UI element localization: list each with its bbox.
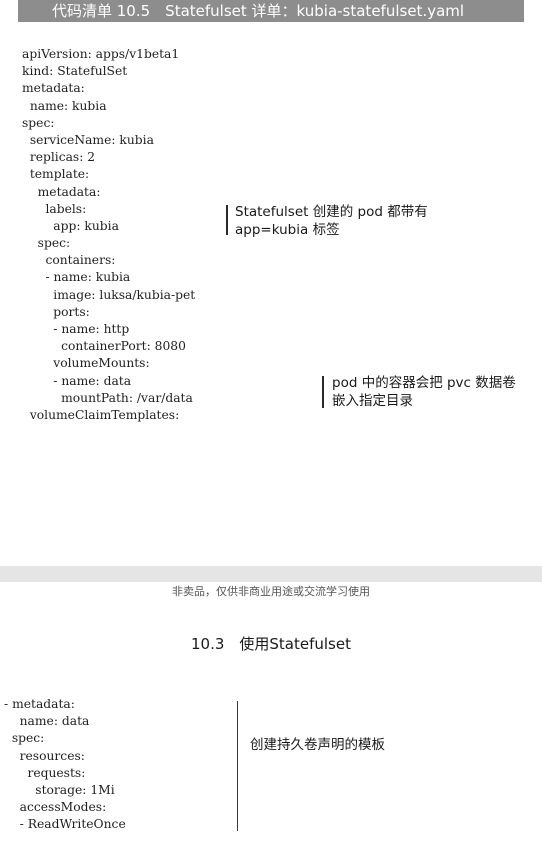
code-line: apiVersion: apps/v1beta1 <box>22 47 180 61</box>
listing-title: 代码清单 10.5 Statefulset 详单：kubia-statefuls… <box>18 0 524 22</box>
code-line: name: kubia <box>22 98 107 113</box>
code-line: - name: kubia <box>22 270 131 285</box>
code-line: spec: <box>22 236 71 251</box>
code-line: app: kubia <box>22 218 119 233</box>
code-listing: apiVersion: apps/v1beta1 kind: StatefulSe… <box>22 46 195 424</box>
annotation-line: app=kubia 标签 <box>235 222 340 238</box>
annotation-bracket-labels <box>226 205 228 235</box>
code-continuation: - metadata: name: data spec: resources: … <box>4 696 126 834</box>
code-line: storage: 1Mi <box>4 782 115 797</box>
code-line: containers: <box>22 253 116 268</box>
code-line: requests: <box>4 765 86 780</box>
page-upper: 代码清单 10.5 Statefulset 详单：kubia-statefuls… <box>0 0 542 566</box>
code-line: containerPort: 8080 <box>22 339 186 354</box>
code-line: image: luksa/kubia-pet <box>22 287 196 302</box>
code-line: template: <box>22 167 90 182</box>
code-line: replicas: 2 <box>22 150 96 165</box>
code-line: mountPath: /var/data <box>22 390 193 405</box>
code-line: name: data <box>4 714 90 729</box>
code-line: - name: data <box>22 373 132 388</box>
code-line: serviceName: kubia <box>22 132 154 147</box>
code-line: - name: http <box>22 322 130 336</box>
code-line: - ReadWriteOnce <box>4 817 126 832</box>
watermark: 非卖品，仅供非商业用途或交流学习使用 <box>172 585 370 598</box>
code-line: labels: <box>22 201 87 216</box>
code-line: metadata: <box>22 184 101 199</box>
code-line: spec: <box>22 115 55 130</box>
code-line: spec: <box>4 731 45 746</box>
annotation-template: 创建持久卷声明的模板 <box>250 737 385 753</box>
annotation-line: pod 中的容器会把 pvc 数据卷 <box>332 375 516 391</box>
code-line: metadata: <box>22 81 85 96</box>
code-line: volumeMounts: <box>22 356 150 371</box>
code-line: volumeClaimTemplates: <box>22 407 180 422</box>
code-line: resources: <box>4 748 85 763</box>
annotation-labels: Statefulset 创建的 pod 都带有 app=kubia 标签 <box>235 203 428 239</box>
code-line: - metadata: <box>4 697 75 711</box>
code-line: accessModes: <box>4 800 107 815</box>
annotation-line: Statefulset 创建的 pod 都带有 <box>235 204 428 220</box>
annotation-bracket-template <box>237 701 239 831</box>
section-heading: 10.3 使用Statefulset <box>191 635 351 653</box>
annotation-line: 嵌入指定目录 <box>332 393 413 409</box>
annotation-bracket-volume <box>322 376 324 408</box>
code-line: kind: StatefulSet <box>22 64 128 79</box>
code-line: ports: <box>22 304 90 319</box>
annotation-volume: pod 中的容器会把 pvc 数据卷 嵌入指定目录 <box>332 374 516 410</box>
page-separator <box>0 566 542 582</box>
